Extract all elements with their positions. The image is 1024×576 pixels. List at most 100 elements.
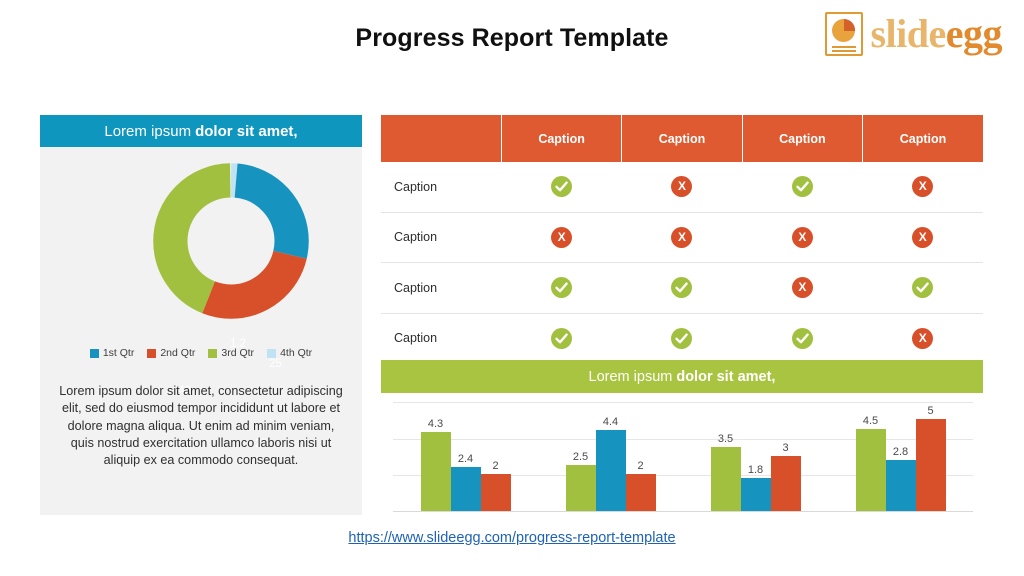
bar — [710, 446, 741, 511]
table-cell-status — [501, 313, 622, 364]
table-row: Caption X — [381, 262, 983, 314]
left-panel: Lorem ipsum dolor sit amet, 1.2 25 25 40 … — [40, 115, 362, 515]
table-header-col-1: Caption — [501, 115, 623, 162]
check-circle-icon — [551, 327, 573, 349]
slide-header: Progress Report Template slideegg — [0, 0, 1024, 80]
left-panel-paragraph: Lorem ipsum dolor sit amet, consectetur … — [59, 384, 343, 468]
legend-swatch-icon — [208, 348, 218, 358]
bar — [450, 467, 481, 511]
legend-label-4th-qtr: 4th Qtr — [280, 347, 313, 359]
legend-label-1st-qtr: 1st Qtr — [102, 347, 135, 359]
bar-wrapper: 2.4 — [450, 402, 481, 511]
bar-wrapper: 4.4 — [595, 402, 626, 511]
slideegg-document-pie-icon — [825, 12, 864, 56]
green-banner-light: Lorem ipsum — [588, 368, 673, 385]
table-header-col-4: Caption — [862, 115, 983, 162]
grouped-bar-chart: 4.3 2.4 2 2.5 4.4 2 3.5 1.8 3 4.5 2.8 5 — [381, 400, 983, 512]
table-cell-status — [862, 262, 983, 314]
table-cell-status — [621, 313, 743, 364]
check-circle-icon — [791, 327, 813, 349]
green-section-banner: Lorem ipsum dolor sit amet, — [381, 360, 983, 393]
source-url-link[interactable]: https://www.slideegg.com/progress-report… — [0, 530, 1024, 546]
table-cell-status — [501, 162, 622, 213]
bar-group: 3.5 1.8 3 — [683, 402, 828, 511]
brand-wordmark: slideegg — [870, 14, 1002, 54]
x-circle-icon: X — [671, 226, 693, 248]
left-panel-header-bold: dolor sit amet, — [195, 122, 298, 140]
legend-label-3rd-qtr: 3rd Qtr — [221, 347, 255, 359]
bar — [885, 459, 916, 511]
check-circle-icon — [551, 176, 573, 198]
bar-group: 2.5 4.4 2 — [538, 402, 683, 511]
donut-legend: 1st Qtr 2nd Qtr 3rd Qtr 4th Qtr — [40, 347, 362, 359]
bar — [855, 428, 886, 511]
table-header-col-2: Caption — [621, 115, 743, 162]
bar-wrapper: 5 — [915, 402, 946, 511]
table-body: Caption X X Caption X X X X Caption X Caption X — [381, 162, 983, 364]
legend-swatch-icon — [89, 348, 99, 358]
bar — [915, 419, 946, 511]
donut-value-1st-qtr: 25 — [269, 358, 282, 370]
legend-item-1st-qtr: 1st Qtr — [89, 347, 135, 359]
x-circle-icon: X — [912, 327, 934, 349]
bar — [770, 456, 801, 511]
table-row-label: Caption — [381, 162, 502, 213]
table-cell-status: X — [862, 313, 983, 364]
x-circle-icon: X — [671, 176, 693, 198]
table-row: Caption X X X X — [381, 212, 983, 263]
legend-item-4th-qtr: 4th Qtr — [267, 347, 312, 359]
bar-chart-groups: 4.3 2.4 2 2.5 4.4 2 3.5 1.8 3 4.5 2.8 5 — [393, 402, 973, 511]
x-circle-icon: X — [912, 226, 934, 248]
x-circle-icon: X — [791, 277, 813, 299]
bar-chart-baseline — [393, 511, 973, 512]
table-cell-status — [742, 313, 863, 364]
bar-value-label: 2 — [637, 460, 644, 473]
legend-swatch-icon — [267, 348, 277, 358]
table-cell-status: X — [501, 212, 622, 263]
slideegg-logo[interactable]: slideegg — [825, 10, 1003, 58]
table-cell-status: X — [621, 162, 743, 213]
table-row-label: Caption — [381, 313, 502, 364]
left-panel-header: Lorem ipsum dolor sit amet, — [40, 115, 362, 147]
bar-group: 4.5 2.8 5 — [828, 402, 973, 511]
table-cell-status: X — [742, 212, 863, 263]
x-circle-icon: X — [791, 226, 813, 248]
table-cell-status — [742, 162, 863, 213]
donut-chart-svg — [153, 163, 309, 319]
brand-wordmark-slide: slide — [870, 11, 946, 56]
table-cell-status: X — [862, 212, 983, 263]
bar-group: 4.3 2.4 2 — [393, 402, 538, 511]
table-row-label: Caption — [381, 262, 502, 314]
check-circle-icon — [912, 277, 934, 299]
table-cell-status: X — [862, 162, 983, 213]
bar-chart-plot-area: 4.3 2.4 2 2.5 4.4 2 3.5 1.8 3 4.5 2.8 5 — [393, 402, 973, 512]
bar-value-label: 5 — [927, 405, 934, 418]
table-row: Caption X — [381, 313, 983, 364]
legend-label-2nd-qtr: 2nd Qtr — [160, 347, 196, 359]
legend-item-3rd-qtr: 3rd Qtr — [208, 347, 254, 359]
bar-value-label: 3 — [782, 442, 789, 454]
bar-wrapper: 2 — [625, 402, 656, 511]
bar — [420, 432, 451, 511]
bar-value-label: 2 — [492, 460, 499, 473]
table-cell-status: X — [742, 262, 863, 314]
donut-chart: 1.2 25 25 40 — [40, 153, 362, 450]
check-circle-icon — [671, 277, 693, 299]
check-circle-icon — [671, 327, 693, 349]
bar — [480, 474, 511, 511]
status-matrix-table: Caption Caption Caption Caption Caption X… — [381, 115, 983, 364]
table-header-col-3: Caption — [742, 115, 864, 162]
table-cell-status: X — [621, 212, 743, 263]
check-circle-icon — [551, 277, 573, 299]
bar-wrapper: 2.8 — [885, 402, 916, 511]
bar-wrapper: 3.5 — [710, 402, 741, 511]
legend-item-2nd-qtr: 2nd Qtr — [147, 347, 195, 359]
x-circle-icon: X — [551, 226, 573, 248]
table-row-label: Caption — [381, 212, 502, 263]
legend-swatch-icon — [147, 348, 157, 358]
bar-wrapper: 2 — [480, 402, 511, 511]
check-circle-icon — [791, 176, 813, 198]
bar-wrapper: 1.8 — [740, 402, 771, 511]
bar — [625, 474, 656, 511]
table-header-row: Caption Caption Caption Caption — [381, 115, 983, 162]
